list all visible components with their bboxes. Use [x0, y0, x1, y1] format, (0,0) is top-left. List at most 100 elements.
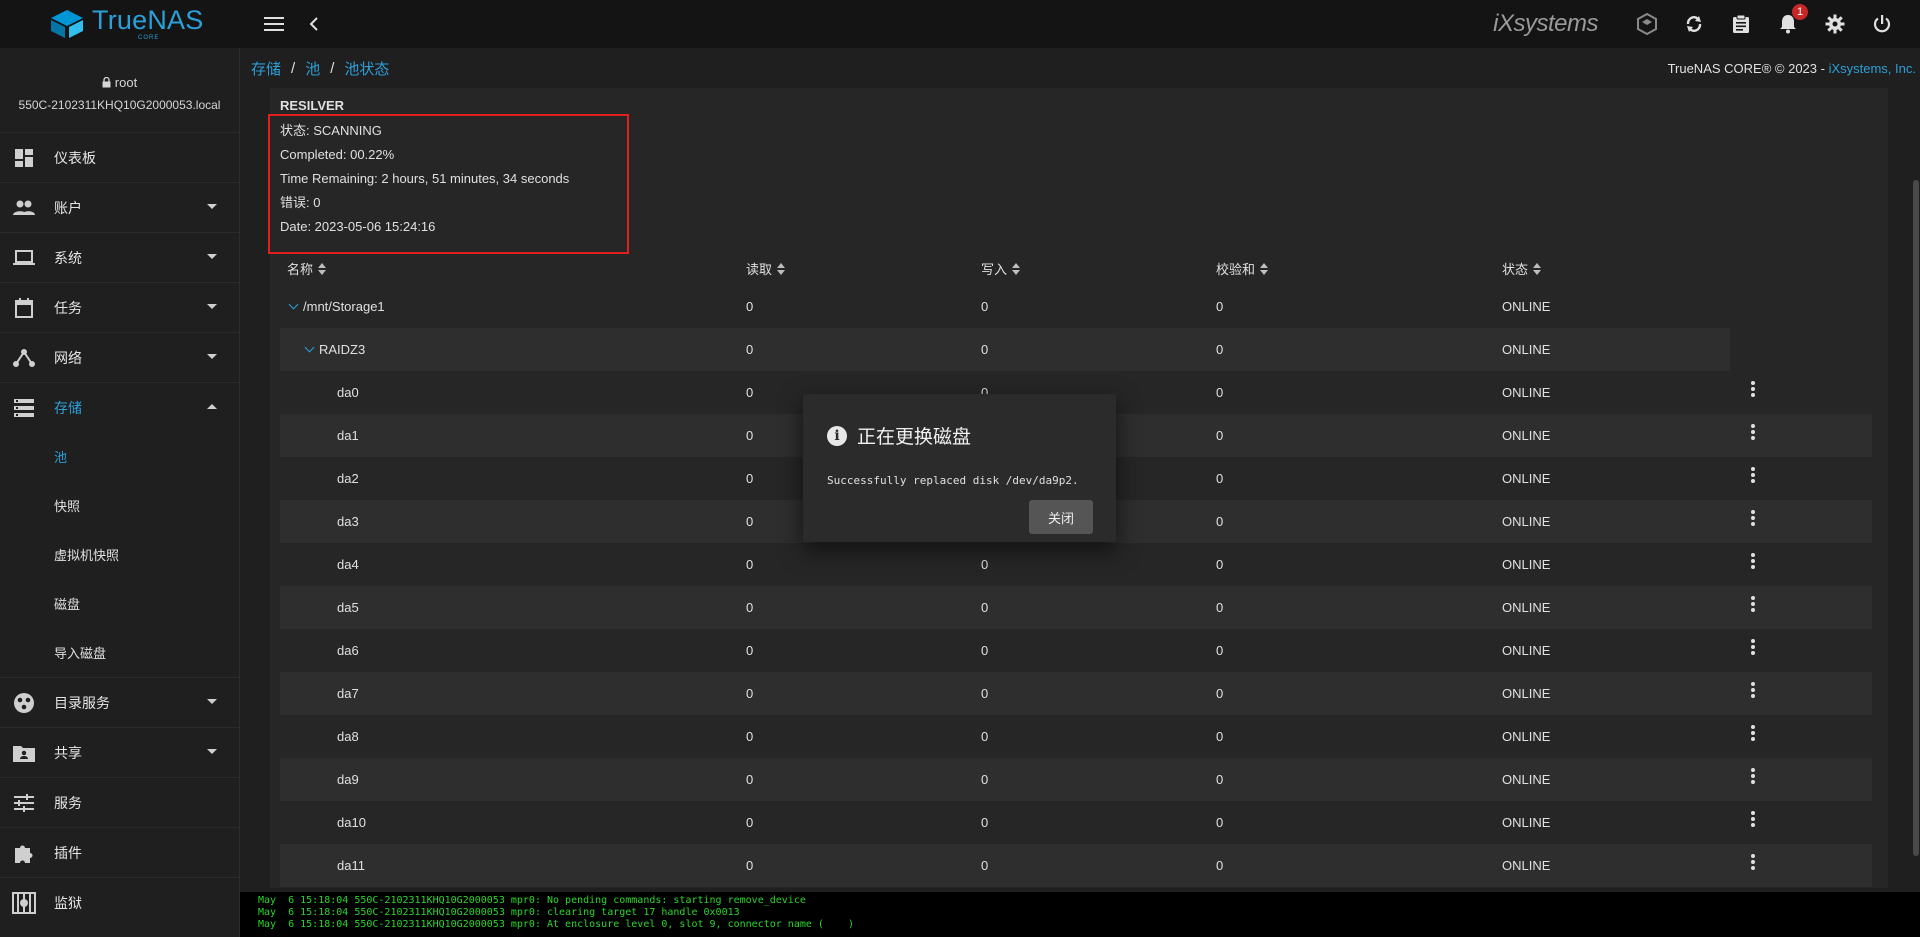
sidebar-item-label: 账户	[54, 199, 82, 216]
breadcrumb-separator: /	[330, 59, 335, 77]
row-write: 0	[981, 815, 989, 830]
more-vert-icon[interactable]	[1743, 594, 1763, 614]
ixsystems-link[interactable]: iXsystems, Inc.	[1829, 61, 1916, 76]
sidebar-item-jails[interactable]: 监狱	[0, 877, 239, 927]
more-vert-icon[interactable]	[1743, 680, 1763, 700]
power-button[interactable]	[1864, 6, 1900, 42]
truecommand-button[interactable]	[1629, 6, 1665, 42]
brand[interactable]: TrueNAS CORE	[0, 0, 240, 48]
more-vert-icon[interactable]	[1743, 422, 1763, 442]
breadcrumb-pools[interactable]: 池	[305, 58, 320, 79]
sidebar-item-label: 共享	[54, 744, 82, 761]
sidebar-item-directory-services[interactable]: 目录服务	[0, 677, 239, 727]
update-icon	[1686, 16, 1702, 32]
row-read: 0	[746, 643, 754, 658]
row-write: 0	[981, 772, 989, 787]
task-manager-button[interactable]	[1723, 6, 1759, 42]
column-header-read[interactable]: 读取	[746, 259, 786, 278]
sort-icon	[1260, 262, 1269, 275]
row-checksum: 0	[1216, 428, 1224, 443]
close-button[interactable]: 关闭	[1029, 500, 1093, 534]
column-header-label: 名称	[287, 262, 314, 277]
column-header-label: 读取	[746, 262, 773, 277]
table-row: da11 0 0 0 ONLINE	[280, 844, 1872, 887]
sidebar-item-plugins[interactable]: 插件	[0, 827, 239, 877]
chevron-down-icon	[207, 354, 217, 359]
row-name: da2	[337, 471, 359, 486]
more-vert-icon[interactable]	[1743, 379, 1763, 399]
more-vert-icon[interactable]	[1743, 809, 1763, 829]
row-read: 0	[746, 557, 754, 572]
sidebar-item-network[interactable]: 网络	[0, 332, 239, 382]
sidebar-item-storage[interactable]: 存储	[0, 382, 239, 432]
more-vert-icon[interactable]	[1743, 465, 1763, 485]
lock-icon	[102, 76, 111, 87]
row-write: 0	[981, 299, 989, 314]
column-header-label: 写入	[981, 262, 1008, 277]
row-write: 0	[981, 557, 989, 572]
sidebar-item-system[interactable]: 系统	[0, 232, 239, 282]
sidebar-item-tasks[interactable]: 任务	[0, 282, 239, 332]
more-vert-icon[interactable]	[1743, 508, 1763, 528]
sidebar-item-dashboard[interactable]: 仪表板	[0, 132, 239, 182]
storage-icon	[12, 396, 36, 420]
menu-toggle-button[interactable]	[256, 6, 292, 42]
row-status: ONLINE	[1502, 428, 1551, 443]
row-name[interactable]: RAIDZ3	[304, 342, 366, 357]
column-header-label: 校验和	[1216, 262, 1256, 277]
expand-icon[interactable]	[304, 342, 315, 353]
more-vert-icon[interactable]	[1743, 637, 1763, 657]
row-name[interactable]: /mnt/Storage1	[288, 299, 385, 314]
sort-icon	[1012, 262, 1021, 275]
table-row: /mnt/Storage1 0 0 0 ONLINE	[280, 285, 1872, 328]
sidebar-subitem-import-disk[interactable]: 导入磁盘	[0, 628, 239, 677]
row-status: ONLINE	[1502, 643, 1551, 658]
tasks-icon	[1733, 14, 1749, 33]
row-read: 0	[746, 858, 754, 873]
sidebar: root 550C-2102311KHQ10G2000053.local 仪表板…	[0, 48, 240, 937]
sidebar-subitem-disks[interactable]: 磁盘	[0, 579, 239, 628]
column-header-name[interactable]: 名称	[287, 259, 327, 278]
table-header: 名称 读取 写入 校验和 状态	[280, 255, 1872, 281]
row-read: 0	[746, 686, 754, 701]
row-read: 0	[746, 342, 754, 357]
row-checksum: 0	[1216, 557, 1224, 572]
breadcrumb-separator: /	[291, 59, 296, 77]
sidebar-item-accounts[interactable]: 账户	[0, 182, 239, 232]
row-name-text: RAIDZ3	[319, 342, 366, 357]
more-vert-icon[interactable]	[1743, 852, 1763, 872]
more-vert-icon[interactable]	[1743, 551, 1763, 571]
notification-badge: 1	[1792, 4, 1808, 20]
sidebar-item-shares[interactable]: 共享	[0, 727, 239, 777]
more-vert-icon[interactable]	[1743, 723, 1763, 743]
column-header-checksum[interactable]: 校验和	[1216, 259, 1269, 278]
column-header-label: 状态	[1502, 262, 1529, 277]
scrollbar-thumb[interactable]	[1913, 180, 1919, 856]
update-button[interactable]	[1676, 6, 1712, 42]
table-row: da7 0 0 0 ONLINE	[280, 672, 1872, 715]
brand-name: TrueNAS	[92, 5, 204, 35]
notifications-button[interactable]: 1	[1770, 4, 1808, 42]
row-name: da4	[337, 557, 359, 572]
collapse-sidebar-button[interactable]	[296, 6, 332, 42]
sidebar-subitem-snapshots[interactable]: 快照	[0, 481, 239, 530]
breadcrumb-pool-status[interactable]: 池状态	[344, 58, 389, 79]
row-checksum: 0	[1216, 342, 1224, 357]
more-vert-icon[interactable]	[1743, 766, 1763, 786]
chevron-down-icon	[207, 699, 217, 704]
row-read: 0	[746, 772, 754, 787]
row-checksum: 0	[1216, 643, 1224, 658]
ixsystems-logo[interactable]: iXsystems	[1493, 10, 1598, 38]
sidebar-item-services[interactable]: 服务	[0, 777, 239, 827]
sidebar-subitem-pools[interactable]: 池	[0, 432, 239, 481]
expand-icon[interactable]	[288, 299, 299, 310]
column-header-write[interactable]: 写入	[981, 259, 1021, 278]
top-toolbar: TrueNAS CORE iXsystems 1	[0, 0, 1920, 48]
settings-button[interactable]	[1817, 6, 1853, 42]
gear-icon	[1825, 14, 1845, 34]
row-read: 0	[746, 600, 754, 615]
sidebar-subitem-vm-snapshots[interactable]: 虚拟机快照	[0, 530, 239, 579]
column-header-status[interactable]: 状态	[1502, 259, 1542, 278]
row-status: ONLINE	[1502, 299, 1551, 314]
breadcrumb-storage[interactable]: 存储	[251, 58, 281, 79]
